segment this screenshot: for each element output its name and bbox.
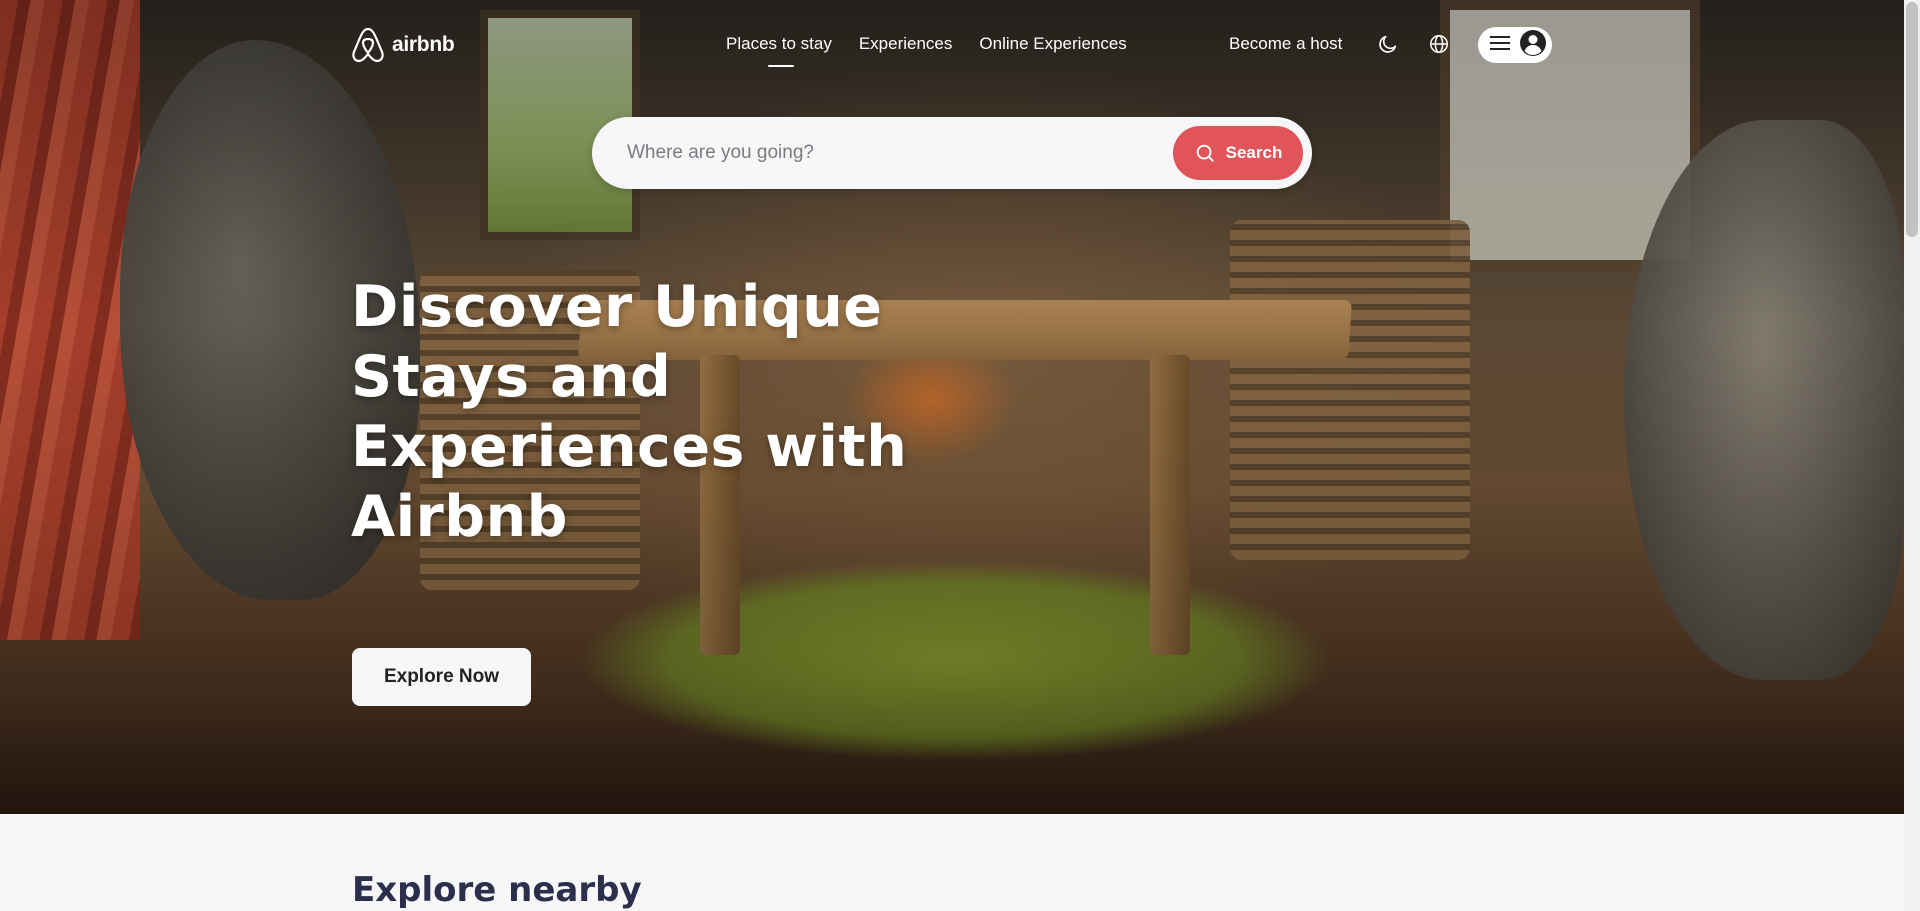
become-a-host-link[interactable]: Become a host [1229,34,1342,54]
search-button-label: Search [1225,143,1283,162]
airbnb-logo[interactable]: airbnb [350,26,455,64]
menu-icon [1490,35,1510,56]
nav-online-experiences[interactable]: Online Experiences [979,34,1126,54]
top-navigation-bar: airbnb Places to stay Experiences Online… [0,0,1904,90]
user-icon [1519,29,1547,62]
explore-now-button[interactable]: Explore Now [352,648,531,706]
user-menu-button[interactable] [1478,27,1552,63]
nav-experiences[interactable]: Experiences [859,34,953,54]
hero-headline: Discover Unique Stays and Experiences wi… [351,274,908,550]
scrollbar-thumb[interactable] [1906,2,1918,237]
main-nav: Places to stay Experiences Online Experi… [726,34,1127,67]
search-button[interactable]: Search [1173,126,1303,180]
nav-places-to-stay[interactable]: Places to stay [726,34,832,67]
moon-icon[interactable] [1374,30,1402,58]
search-input[interactable] [592,117,1173,189]
airbnb-logo-icon [352,27,384,63]
globe-icon[interactable] [1425,30,1453,58]
search-icon [1196,144,1214,162]
page-scrollbar[interactable] [1904,0,1920,911]
search-bar: Search [592,117,1312,189]
section-title: Explore nearby [352,870,642,910]
brand-name: airbnb [392,33,455,56]
